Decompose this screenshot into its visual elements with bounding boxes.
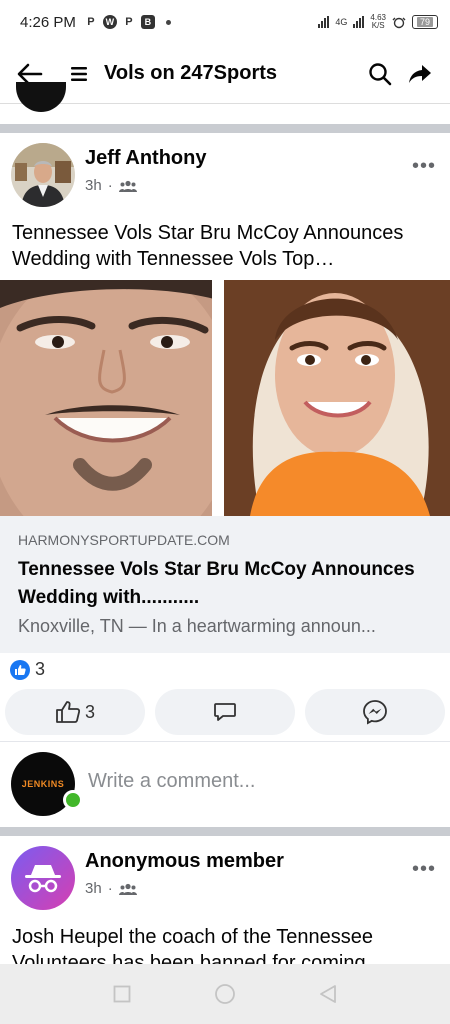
- menu-button[interactable]: [66, 58, 92, 90]
- back-nav-button[interactable]: [316, 982, 340, 1006]
- post-text-2[interactable]: Josh Heupel the coach of the Tennessee V…: [12, 924, 438, 964]
- post-meta: 3h ·: [85, 177, 137, 194]
- avatar-text: JENKINS: [21, 779, 65, 789]
- post-divider-2: [0, 827, 450, 836]
- comment-button[interactable]: [155, 689, 295, 735]
- post-header-2: Anonymous member 3h · •••: [0, 838, 450, 910]
- previous-post-remnant: [0, 82, 450, 124]
- post-options-button[interactable]: •••: [412, 155, 436, 178]
- post-author[interactable]: Jeff Anthony: [85, 147, 206, 170]
- home-button[interactable]: [213, 982, 237, 1006]
- post-meta-2: 3h ·: [85, 880, 137, 897]
- section-separator: [0, 741, 450, 742]
- like-button[interactable]: 3: [5, 689, 145, 735]
- group-members-icon: [118, 180, 137, 192]
- group-title[interactable]: Vols on 247Sports: [104, 62, 364, 85]
- signal-icon-2: [353, 16, 365, 28]
- post-actions: 3: [5, 689, 445, 735]
- status-right: 4G 4.63 K/S 79: [318, 14, 438, 30]
- share-arrow-icon: [409, 64, 431, 83]
- send-messenger-button[interactable]: [305, 689, 445, 735]
- author-photo: [11, 143, 75, 207]
- anonymous-avatar[interactable]: [11, 846, 75, 910]
- recents-button[interactable]: [110, 982, 134, 1006]
- status-time: 4:26 PM: [20, 13, 76, 31]
- online-status-dot: [63, 790, 83, 810]
- thumbs-up-icon: [56, 701, 81, 723]
- post-time[interactable]: 3h: [85, 177, 102, 194]
- link-preview-image[interactable]: [0, 280, 450, 516]
- system-nav-bar: [0, 964, 450, 1024]
- circle-icon: [215, 984, 235, 1004]
- meta-dot: ·: [107, 177, 113, 194]
- meta-dot-2: ·: [107, 880, 113, 897]
- p-app-icon-2: P: [125, 16, 133, 28]
- post-options-button-2[interactable]: •••: [412, 858, 436, 881]
- p-app-icon: P: [87, 16, 95, 28]
- like-count: 3: [84, 701, 95, 722]
- status-bar: 4:26 PM P W P B 4G 4.63 K/S 79: [0, 0, 450, 44]
- more-notifications-icon: [165, 19, 171, 25]
- net-speed: 4.63 K/S: [370, 13, 386, 30]
- link-description: Knoxville, TN — In a heartwarming announ…: [18, 616, 376, 636]
- search-button[interactable]: [364, 58, 396, 90]
- search-icon: [369, 62, 392, 85]
- square-icon: [113, 985, 131, 1003]
- triangle-back-icon: [320, 985, 337, 1003]
- post-divider: [0, 124, 450, 133]
- post-time-2[interactable]: 3h: [85, 880, 102, 897]
- group-members-icon-2: [118, 883, 137, 895]
- previous-post-avatar: [16, 82, 66, 112]
- b-app-icon: B: [140, 15, 155, 29]
- signal-icon: [318, 16, 330, 28]
- app-header: Vols on 247Sports: [0, 44, 450, 104]
- share-button[interactable]: [404, 58, 436, 90]
- reactions-summary[interactable]: 3: [10, 659, 45, 680]
- hamburger-icon: [71, 66, 87, 81]
- post-author-2[interactable]: Anonymous member: [85, 850, 284, 873]
- post-text[interactable]: Tennessee Vols Star Bru McCoy Announces …: [12, 220, 438, 272]
- link-title: Tennessee Vols Star Bru McCoy Announces …: [18, 559, 415, 608]
- author-avatar[interactable]: [11, 143, 75, 207]
- post-header: Jeff Anthony 3h · •••: [0, 135, 450, 207]
- comment-composer: JENKINS Write a comment...: [0, 748, 450, 820]
- network-type: 4G: [335, 17, 348, 27]
- article-photo: [0, 280, 450, 516]
- battery-icon: 79: [411, 15, 438, 29]
- link-domain: HARMONYSPORTUPDATE.COM: [18, 532, 230, 548]
- alarm-icon: [392, 17, 406, 29]
- reaction-count: 3: [35, 659, 46, 679]
- link-preview-card[interactable]: HARMONYSPORTUPDATE.COM Tennessee Vols St…: [0, 516, 450, 653]
- comment-icon: [214, 703, 236, 721]
- incognito-icon: [25, 865, 61, 893]
- w-app-icon: W: [102, 15, 117, 29]
- messenger-icon: [363, 700, 387, 725]
- comment-input[interactable]: Write a comment...: [88, 770, 255, 793]
- like-reaction-icon: [10, 659, 30, 680]
